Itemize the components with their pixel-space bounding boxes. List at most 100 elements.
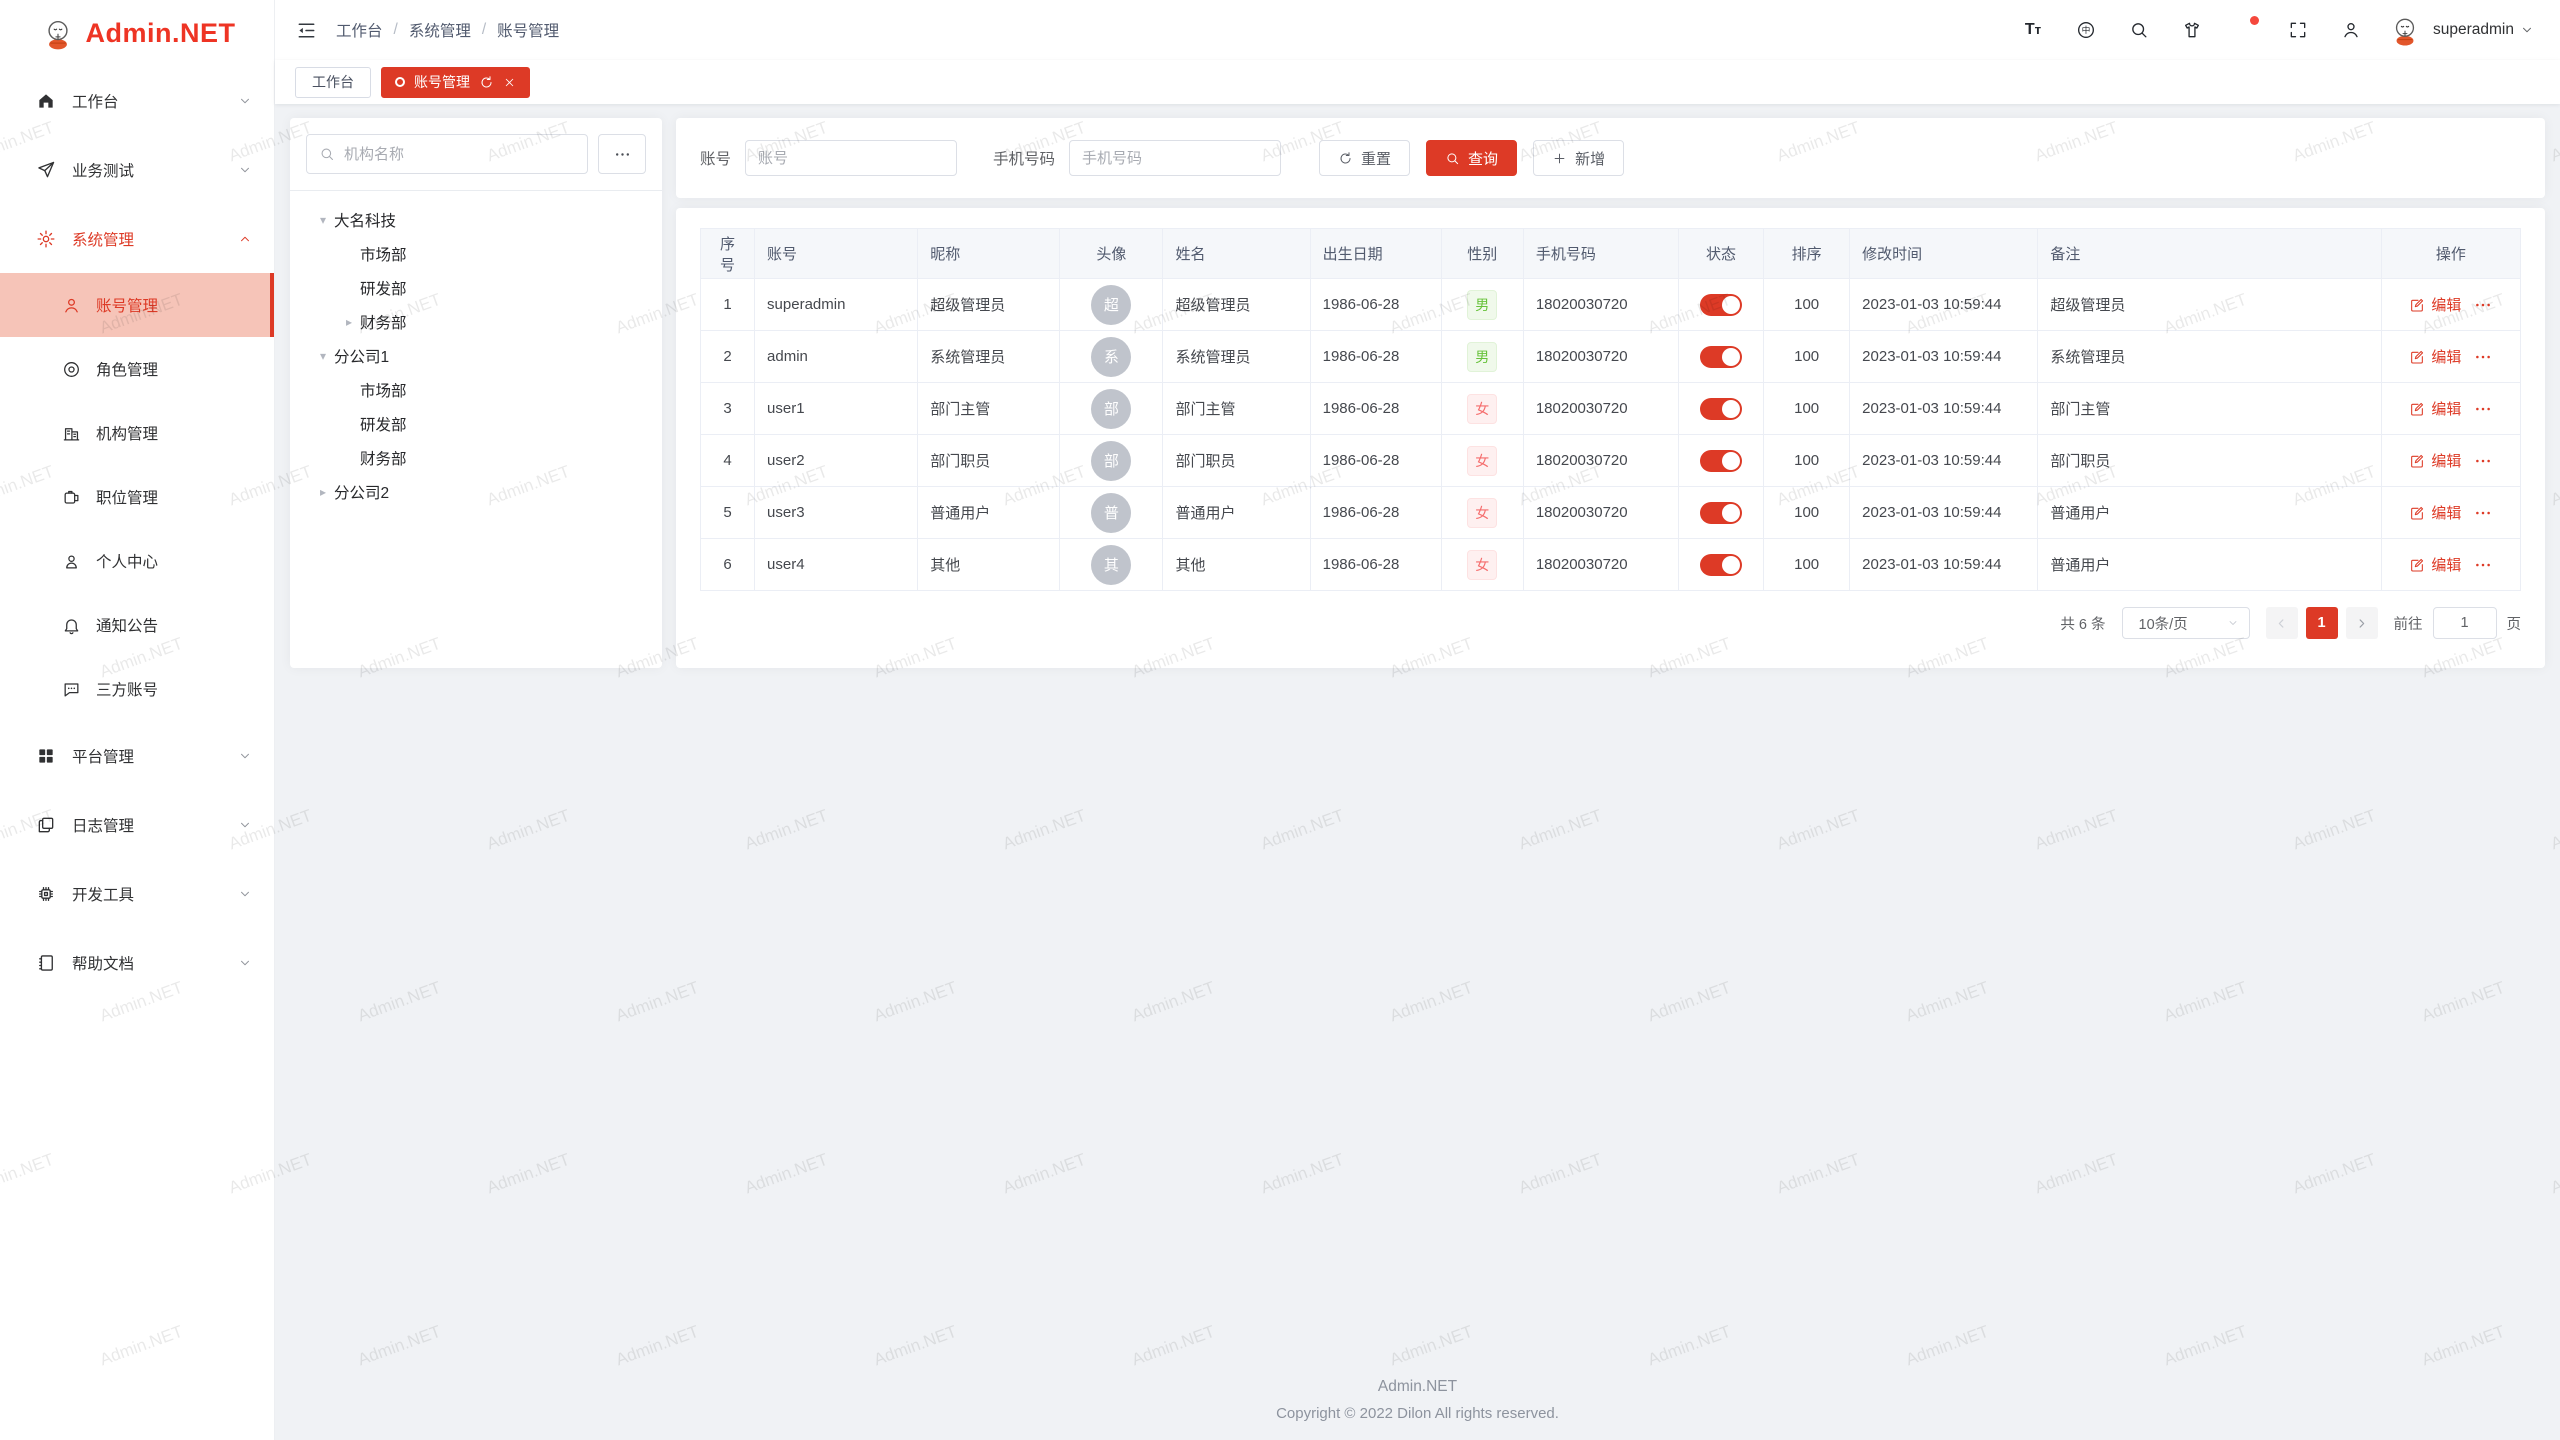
chevron-down-icon[interactable] [2520,23,2534,37]
avatar[interactable] [2387,12,2423,48]
menu-fold-icon[interactable] [295,19,318,42]
language-icon[interactable]: 中 [2076,20,2096,40]
tree-node-2[interactable]: 研发部 [306,271,646,305]
edit-button[interactable]: 编辑 [2409,398,2461,419]
edit-button[interactable]: 编辑 [2409,346,2461,367]
cell-remark: 部门主管 [2050,401,2110,418]
tree-node-7[interactable]: 财务部 [306,441,646,475]
column-header-11: 备注 [2038,229,2381,279]
phone-input[interactable] [1069,140,1281,176]
breadcrumb-item-2[interactable]: 账号管理 [497,19,559,41]
tree-node-label: 市场部 [360,379,407,401]
search-icon [1445,151,1460,166]
sidebar-subitem-2-0[interactable]: 账号管理 [0,273,274,337]
prev-page-button[interactable] [2266,607,2298,639]
tree-node-6[interactable]: 研发部 [306,407,646,441]
query-button[interactable]: 查询 [1426,140,1517,176]
page-size-select[interactable]: 10条/页 [2122,607,2250,639]
sidebar-subitem-2-5[interactable]: 通知公告 [0,593,274,657]
sidebar-menu: 工作台业务测试系统管理账号管理角色管理机构管理职位管理个人中心通知公告三方账号平… [0,66,274,1440]
app-logo[interactable]: Admin.NET [0,0,274,66]
tree-caret-icon[interactable]: ▾ [312,213,334,227]
account-input[interactable] [745,140,957,176]
tree-node-8[interactable]: ▸分公司2 [306,475,646,509]
tree-node-5[interactable]: 市场部 [306,373,646,407]
main-column: 工作台/系统管理/账号管理 Tт中 superadmin 工作台账号管理 [275,0,2560,1440]
reset-button[interactable]: 重置 [1319,140,1410,176]
sidebar-subitem-2-2[interactable]: 机构管理 [0,401,274,465]
sidebar-item-5[interactable]: 开发工具 [0,859,274,928]
edit-button[interactable]: 编辑 [2409,554,2461,575]
username[interactable]: superadmin [2433,21,2514,39]
more-actions-button[interactable] [2474,452,2492,470]
tab-refresh-icon[interactable] [479,75,494,90]
status-toggle[interactable] [1700,450,1742,472]
cell-name: 超级管理员 [1175,297,1250,314]
page-number-1[interactable]: 1 [2306,607,2338,639]
filter-panel: 账号 手机号码 重置 查询 [676,118,2545,198]
next-page-button[interactable] [2346,607,2378,639]
org-search-input[interactable] [344,146,575,163]
edit-icon [2409,297,2425,313]
org-icon [62,424,81,443]
sidebar-item-label: 日志管理 [72,814,238,836]
sidebar-item-1[interactable]: 业务测试 [0,135,274,204]
sidebar-item-6[interactable]: 帮助文档 [0,928,274,997]
tree-node-label: 财务部 [360,447,407,469]
tab-0[interactable]: 工作台 [295,67,371,98]
status-toggle[interactable] [1700,398,1742,420]
cell-no: 1 [723,296,731,313]
edit-label: 编辑 [2431,294,2461,315]
sidebar-item-3[interactable]: 平台管理 [0,721,274,790]
tree-more-button[interactable] [598,134,646,174]
more-actions-button[interactable] [2474,400,2492,418]
more-actions-button[interactable] [2474,348,2492,366]
gear-icon [36,229,56,249]
sidebar-subitem-2-1[interactable]: 角色管理 [0,337,274,401]
sidebar-subitem-2-3[interactable]: 职位管理 [0,465,274,529]
sidebar-item-0[interactable]: 工作台 [0,66,274,135]
breadcrumb-item-0[interactable]: 工作台 [336,19,383,41]
tab-1[interactable]: 账号管理 [381,67,530,98]
status-toggle[interactable] [1700,294,1742,316]
status-toggle[interactable] [1700,346,1742,368]
theme-icon[interactable] [2182,20,2202,40]
fullscreen-icon[interactable] [2288,20,2308,40]
tree-caret-icon[interactable]: ▸ [312,485,334,499]
font-size-icon[interactable]: Tт [2023,20,2043,40]
row-avatar: 超 [1091,285,1131,325]
edit-button[interactable]: 编辑 [2409,294,2461,315]
more-actions-button[interactable] [2474,296,2492,314]
cell-nickname: 系统管理员 [930,349,1005,366]
goto-page-input[interactable] [2433,607,2497,639]
tree-node-3[interactable]: ▸财务部 [306,305,646,339]
search-icon[interactable] [2129,20,2149,40]
add-button[interactable]: 新增 [1533,140,1624,176]
tree-node-1[interactable]: 市场部 [306,237,646,271]
notification-icon[interactable] [2235,20,2255,40]
tree-node-4[interactable]: ▾分公司1 [306,339,646,373]
table-row-0: 1superadmin超级管理员超超级管理员1986-06-28男1802003… [701,279,2521,331]
column-header-2: 昵称 [918,229,1060,279]
cell-birth: 1986-06-28 [1323,452,1400,469]
edit-button[interactable]: 编辑 [2409,450,2461,471]
status-toggle[interactable] [1700,502,1742,524]
tree-caret-icon[interactable]: ▸ [338,315,360,329]
sidebar-subitem-2-4[interactable]: 个人中心 [0,529,274,593]
tree-node-0[interactable]: ▾大名科技 [306,203,646,237]
chevron-down-icon [238,956,252,970]
sidebar-subitem-2-6[interactable]: 三方账号 [0,657,274,721]
column-header-9: 排序 [1764,229,1850,279]
column-header-7: 手机号码 [1523,229,1678,279]
status-toggle[interactable] [1700,554,1742,576]
sidebar-item-4[interactable]: 日志管理 [0,790,274,859]
more-actions-button[interactable] [2474,504,2492,522]
tab-close-icon[interactable] [503,76,516,89]
cell-phone: 18020030720 [1536,400,1628,417]
more-actions-button[interactable] [2474,556,2492,574]
breadcrumb-item-1[interactable]: 系统管理 [409,19,471,41]
account-icon[interactable] [2341,20,2361,40]
tree-caret-icon[interactable]: ▾ [312,349,334,363]
edit-button[interactable]: 编辑 [2409,502,2461,523]
sidebar-item-2[interactable]: 系统管理 [0,204,274,273]
